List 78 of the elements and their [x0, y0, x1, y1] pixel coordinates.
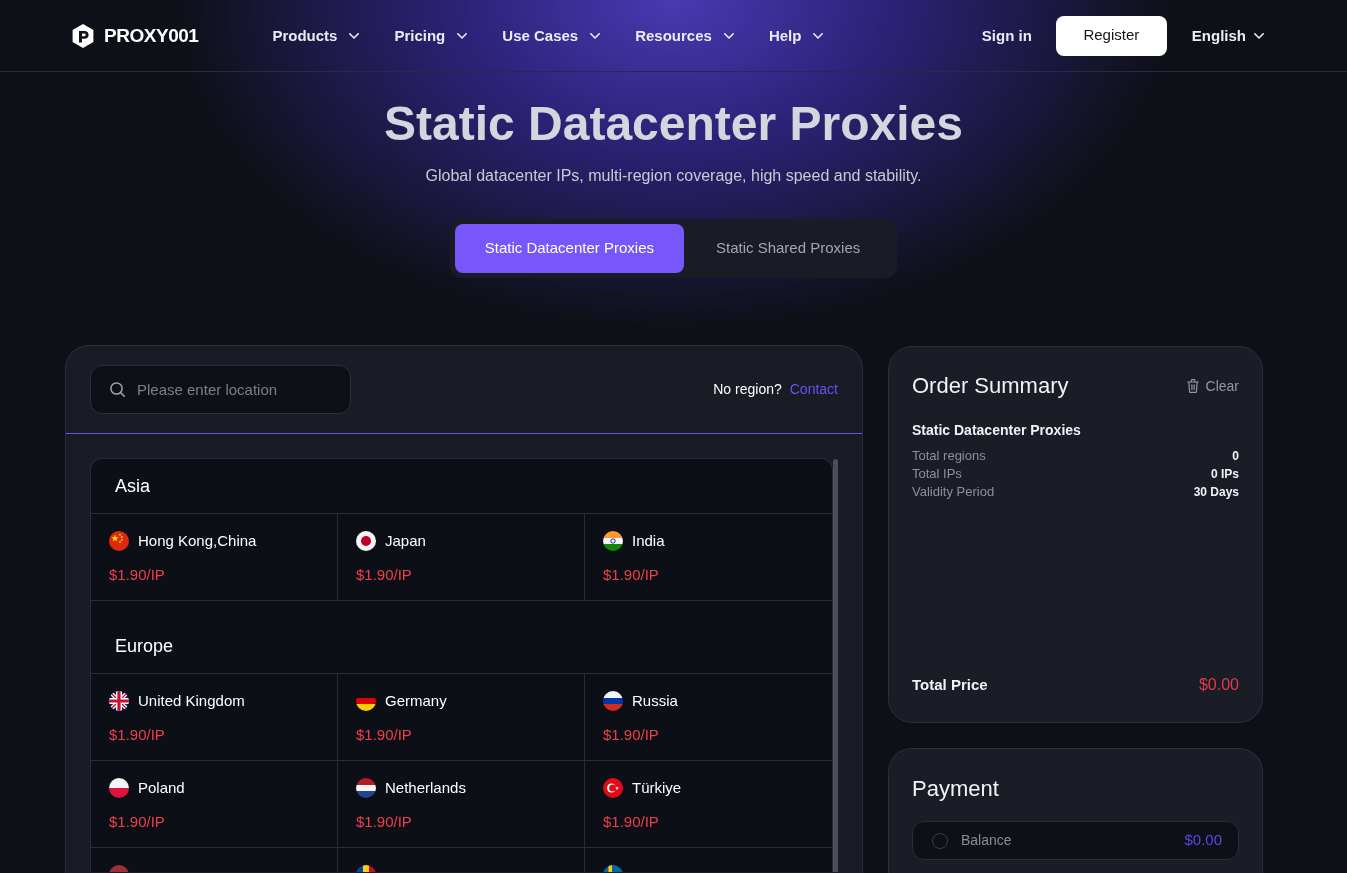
country-name: Poland: [138, 778, 185, 798]
flag-icon: [356, 691, 376, 711]
country-card[interactable]: Russia $1.90/IP: [585, 674, 832, 761]
total-price-value: $0.00: [1198, 675, 1239, 695]
country-name: Türkiye: [632, 778, 682, 798]
chevron-down-icon: [349, 32, 360, 39]
country-price: $1.90/IP: [356, 812, 412, 832]
page-title: Static Datacenter Proxies: [384, 96, 963, 152]
country-name: Germany: [385, 691, 447, 711]
sign-in-link[interactable]: Sign in: [981, 23, 1032, 48]
section-title: Order Summary: [912, 372, 1069, 400]
payment-option[interactable]: Balance $0.00: [912, 821, 1239, 860]
search-icon: [110, 382, 125, 397]
country-card[interactable]: Poland $1.90/IP: [91, 761, 338, 848]
total-price-label: Total Price: [912, 675, 988, 695]
country-price: $1.90/IP: [109, 565, 165, 585]
scrollbar-thumb[interactable]: [833, 459, 838, 872]
nav-dropdown[interactable]: Use Cases: [502, 23, 601, 48]
region-heading: Asia: [91, 459, 832, 514]
flag-icon: [603, 778, 623, 798]
flag-icon: [109, 778, 129, 798]
flag-icon: [109, 691, 129, 711]
logo-icon[interactable]: [72, 23, 94, 48]
summary-label: Total regions: [912, 447, 986, 465]
nav-dropdown[interactable]: Products: [272, 23, 360, 48]
trash-icon: [1186, 379, 1199, 393]
country-price: $1.90/IP: [356, 725, 412, 745]
page-subtitle: Global datacenter IPs, multi-region coverage, high speed and stability.: [425, 166, 922, 186]
country-name: Hong Kong,China: [138, 531, 257, 551]
product-tab[interactable]: Static Shared Proxies: [684, 224, 893, 273]
flag-icon: [603, 531, 623, 551]
country-name: United Kingdom: [138, 691, 245, 711]
country-price: $1.90/IP: [603, 565, 659, 585]
nav-dropdown[interactable]: Help: [768, 23, 824, 48]
chevron-down-icon: [457, 32, 468, 39]
flag-icon: [356, 531, 376, 551]
country-name: Netherlands: [385, 778, 466, 798]
country-card[interactable]: Netherlands $1.90/IP: [338, 761, 585, 848]
summary-value: 0: [1232, 448, 1239, 465]
country-name: India: [632, 531, 665, 551]
country-price: $1.90/IP: [603, 725, 659, 745]
region-heading: Europe: [91, 619, 832, 674]
flag-icon: [603, 691, 623, 711]
register-button[interactable]: Register: [1055, 15, 1167, 56]
country-price: $1.90/IP: [109, 725, 165, 745]
country-name: Japan: [385, 531, 426, 551]
chevron-down-icon: [723, 32, 734, 39]
summary-label: Total IPs: [912, 465, 962, 483]
country-card[interactable]: Germany $1.90/IP: [338, 674, 585, 761]
chevron-down-icon: [590, 32, 601, 39]
nav-dropdown[interactable]: Resources: [635, 23, 734, 48]
logo-text[interactable]: PROXY001: [104, 23, 199, 48]
clear-button[interactable]: Clear: [1186, 376, 1239, 396]
country-name: Russia: [632, 691, 678, 711]
country-price: $1.90/IP: [356, 565, 412, 585]
flag-icon: [109, 531, 129, 551]
balance-amount: $0.00: [1184, 830, 1222, 851]
search-field[interactable]: Please enter location: [90, 365, 351, 414]
flag-icon: [356, 778, 376, 798]
country-card[interactable]: Japan $1.90/IP: [338, 514, 585, 601]
nav-dropdown[interactable]: Pricing: [394, 23, 468, 48]
payment-method-label: Balance: [961, 831, 1012, 850]
no-region-text: No region?: [713, 380, 782, 399]
chevron-down-icon: [813, 32, 824, 39]
country-price: $1.90/IP: [109, 812, 165, 832]
country-card[interactable]: Türkiye $1.90/IP: [585, 761, 832, 848]
product-name: Static Datacenter Proxies: [912, 421, 1082, 440]
section-title: Payment: [912, 775, 1000, 803]
language-dropdown[interactable]: English: [1191, 23, 1264, 48]
country-card[interactable]: India $1.90/IP: [585, 514, 832, 601]
country-card[interactable]: United Kingdom $1.90/IP: [91, 674, 338, 761]
chevron-down-icon: [1254, 32, 1264, 39]
summary-value: 0 IPs: [1210, 466, 1239, 483]
summary-value: 30 Days: [1193, 484, 1239, 501]
summary-label: Validity Period: [912, 483, 995, 501]
product-tab[interactable]: Static Datacenter Proxies: [454, 224, 684, 273]
country-price: $1.90/IP: [603, 812, 659, 832]
country-card[interactable]: Hong Kong,China $1.90/IP: [91, 514, 338, 601]
